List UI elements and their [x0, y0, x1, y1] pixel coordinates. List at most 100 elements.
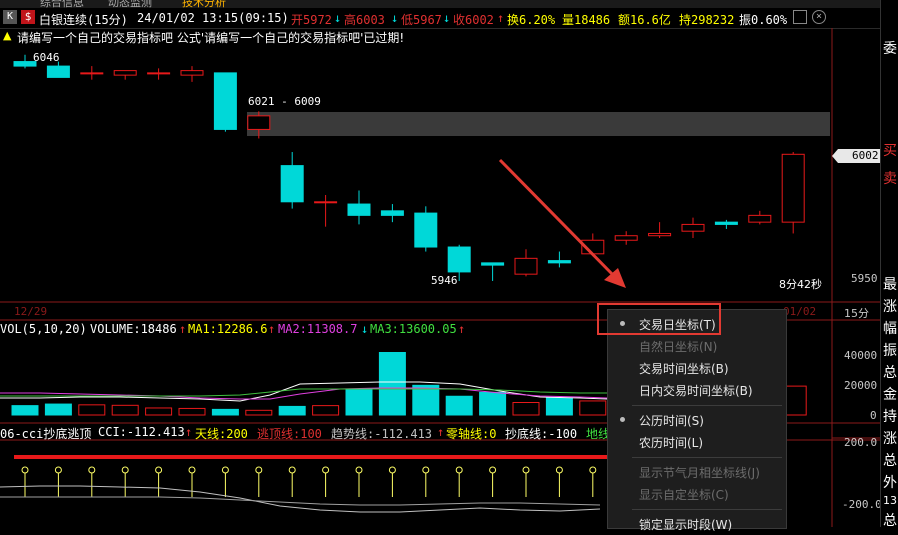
- high-label: 6046: [33, 51, 60, 64]
- cci-marker-dot: [255, 466, 263, 474]
- panel-zong3: 总: [883, 513, 897, 529]
- candle-body: [213, 72, 237, 130]
- ma3-line: [0, 388, 607, 397]
- candle-body: [147, 72, 171, 75]
- volume-bar: [11, 405, 39, 416]
- volume-bar: [545, 397, 573, 416]
- range-label: 6021 - 6009: [248, 95, 321, 108]
- vol-value: VOLUME:18486: [90, 322, 177, 336]
- menu-intraday-time-axis[interactable]: 日内交易时间坐标(B): [608, 379, 786, 401]
- candle-body: [414, 212, 438, 248]
- cci-marker-dot: [455, 466, 463, 474]
- menu-gregorian[interactable]: 公历时间(S): [608, 409, 786, 431]
- menu-separator: [632, 509, 782, 510]
- volume-bar: [445, 395, 473, 416]
- ma1-value: MA1:12286.6: [188, 322, 268, 336]
- candle-body: [447, 246, 471, 273]
- candle-body: [347, 203, 371, 216]
- volume-bar: [44, 403, 72, 416]
- panel-wei: 委: [883, 41, 897, 57]
- vol-end-arrow: ↑: [458, 322, 466, 336]
- volume-legend: VOL(5,10,20) VOLUME:18486 ↑ MA1:12286.6 …: [0, 322, 607, 338]
- candle-body: [380, 210, 404, 216]
- volume-bar: [211, 408, 239, 416]
- candle-series: [13, 54, 805, 281]
- countdown-timer: 8分42秒: [779, 278, 822, 291]
- menu-natural-day-axis[interactable]: 自然日坐标(N): [608, 335, 786, 357]
- cci-marker-dot: [54, 466, 62, 474]
- volume-bar: [245, 409, 273, 416]
- axis-context-menu: 交易日坐标(T) 自然日坐标(N) 交易时间坐标(B) 日内交易时间坐标(B) …: [607, 309, 787, 532]
- candle-body: [481, 262, 505, 266]
- panel-zhang2: 涨: [883, 431, 897, 447]
- panel-zui: 最: [883, 277, 897, 293]
- menu-trading-time-axis[interactable]: 交易时间坐标(B): [608, 357, 786, 379]
- cci-marker-dot: [88, 466, 96, 474]
- volume-bar: [78, 404, 106, 416]
- cci-line: [0, 485, 601, 513]
- volume-bar: [345, 389, 373, 416]
- cci-marker-dot: [221, 466, 229, 474]
- candle-body: [280, 165, 304, 203]
- candle-body: [547, 260, 571, 264]
- panel-jin: 金: [883, 387, 897, 403]
- cci-axis-200: 200.0: [844, 436, 878, 449]
- panel-mai2: 卖: [883, 171, 897, 187]
- cci-marker-dot: [121, 466, 129, 474]
- date-left: 12/29: [14, 305, 48, 318]
- candle-body: [247, 115, 271, 130]
- cci-marker-dot: [589, 466, 597, 474]
- menu-separator: [632, 405, 782, 406]
- cci-value: CCI:-112.413: [98, 425, 185, 439]
- cci-arrow: ↑: [185, 425, 193, 439]
- menu-solar-terms[interactable]: 显示节气月相坐标线(J): [608, 461, 786, 483]
- right-quote-panel: 委 买 卖 最 涨 幅 振 总 金 持 涨 总 外 13 总: [880, 0, 898, 529]
- cci-axis-minus-200: -200.0: [842, 498, 882, 511]
- menu-lunar[interactable]: 农历时间(L): [608, 431, 786, 453]
- candle-body: [46, 65, 70, 78]
- cci-marker-dot: [422, 466, 430, 474]
- candle-body: [180, 70, 204, 76]
- cci-indicator-name[interactable]: 06-cci抄底逃顶: [0, 425, 91, 442]
- check-dot-icon: [620, 417, 625, 422]
- low-label: 5946: [431, 274, 458, 287]
- trend-value: 趋势线:-112.413: [331, 427, 433, 441]
- candle-body: [80, 72, 104, 75]
- menu-custom-axis[interactable]: 显示自定坐标(C): [608, 483, 786, 505]
- panel-mai: 买: [883, 143, 897, 159]
- range-highlight-band: [247, 112, 830, 136]
- panel-zong: 总: [883, 365, 897, 381]
- volume-bar: [412, 384, 440, 416]
- ma3-value: MA3:13600.05: [370, 322, 457, 336]
- cci-markers: [21, 466, 597, 497]
- menu-lock-period[interactable]: 锁定显示时段(W): [608, 513, 786, 535]
- volume-bar: [278, 405, 306, 416]
- menu-separator: [632, 457, 782, 458]
- cci-marker-dot: [288, 466, 296, 474]
- ma1-line: [0, 381, 608, 402]
- cci-marker-dot: [155, 466, 163, 474]
- cci-marker-dot: [21, 466, 29, 474]
- volume-bar: [378, 352, 406, 416]
- taoding-value: 逃顶线:100: [257, 427, 322, 441]
- candle-body: [781, 153, 805, 223]
- volume-bar: [479, 391, 507, 416]
- volume-bar: [512, 402, 540, 416]
- candle-body: [614, 235, 638, 241]
- candle-body: [681, 223, 705, 232]
- panel-zhen: 振: [883, 343, 897, 359]
- volume-bar: [579, 400, 607, 416]
- period-label[interactable]: 15分: [844, 305, 869, 321]
- cci-marker-dot: [188, 466, 196, 474]
- vol-indicator-name[interactable]: VOL(5,10,20): [0, 322, 87, 336]
- vol-axis-0: 0: [870, 409, 877, 422]
- date-right: 01/02: [783, 305, 817, 318]
- panel-fu: 幅: [883, 321, 897, 337]
- candle-body: [314, 201, 338, 204]
- ma2-arrow: ↑: [268, 322, 276, 336]
- candle-body: [714, 221, 738, 225]
- panel-chi: 持: [883, 409, 897, 425]
- ma1-arrow: ↑: [179, 322, 187, 336]
- panel-zong2: 总: [883, 453, 897, 469]
- volume-bar: [111, 404, 139, 416]
